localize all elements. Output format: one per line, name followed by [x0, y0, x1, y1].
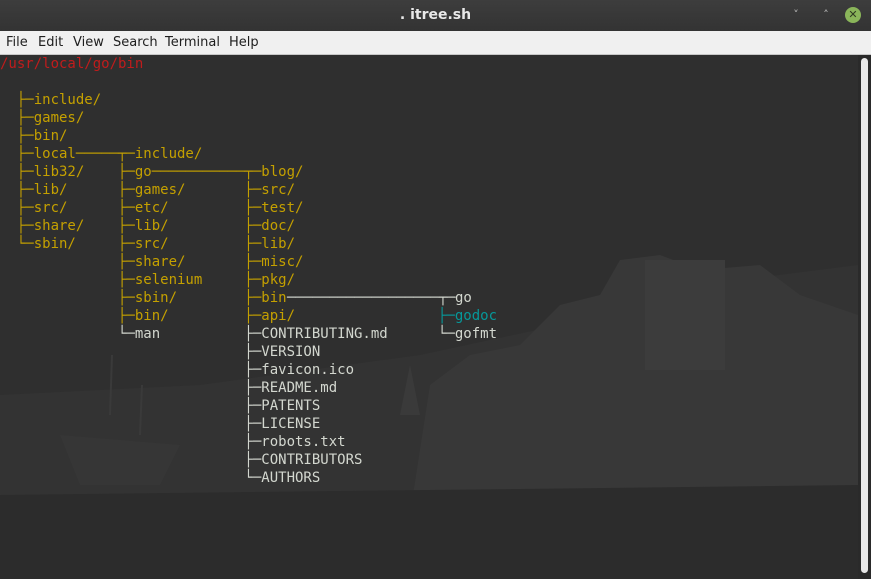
terminal-output[interactable]: /usr/local/go/bin ├─include/ ├─games/ ├─…: [0, 55, 858, 579]
tree-line: ├─include/: [0, 92, 102, 108]
menu-search[interactable]: Search: [113, 31, 158, 54]
menu-file[interactable]: File: [6, 31, 28, 54]
title-bar[interactable]: . itree.sh ˅ ˄ ✕: [0, 0, 871, 32]
menu-help[interactable]: Help: [229, 31, 259, 54]
tree-line: ├─README.md: [0, 380, 338, 396]
tree-line: ├─sbin/ ├─bin: [0, 290, 287, 306]
menu-terminal[interactable]: Terminal: [165, 31, 220, 54]
tree-line: ├─CONTRIBUTORS: [0, 452, 363, 468]
tree-line: ├─bin/ ├─api/: [0, 308, 296, 324]
window-title: . itree.sh: [399, 7, 472, 23]
menu-view[interactable]: View: [73, 31, 104, 54]
tree-line: └─sbin/ ├─src/ ├─lib/: [0, 236, 296, 252]
terminal-window: . itree.sh ˅ ˄ ✕ File Edit View Search T…: [0, 0, 871, 579]
tree-line: ├─favicon.ico: [0, 362, 355, 378]
tree-line: ├─share/ ├─lib/ ├─doc/: [0, 218, 296, 234]
minimize-icon[interactable]: ˅: [788, 7, 804, 23]
tree-line: ├─bin/: [0, 128, 68, 144]
tree-line: ├─lib/ ├─games/ ├─src/: [0, 182, 296, 198]
tree-line: go: [455, 290, 472, 306]
tree-line: └─gofmt: [438, 326, 498, 342]
tree-line: ├─LICENSE: [0, 416, 321, 432]
tree-connector: ──────────────────┬─: [287, 290, 456, 306]
tree-line: └─man ├─CONTRIBUTING.md: [0, 326, 388, 342]
tree-line: ├─games/: [0, 110, 85, 126]
maximize-icon[interactable]: ˄: [818, 7, 834, 23]
scrollbar[interactable]: [858, 55, 871, 579]
menu-bar: File Edit View Search Terminal Help: [0, 31, 871, 55]
menu-edit[interactable]: Edit: [38, 31, 63, 54]
tree-line: ├─share/ ├─misc/: [0, 254, 304, 270]
tree-line: ├─godoc: [438, 308, 498, 324]
tree-line: ├─robots.txt: [0, 434, 346, 450]
tree-line: ├─lib32/ ├─go───────────┬─blog/: [0, 164, 304, 180]
tree-line: ├─selenium ├─pkg/: [0, 272, 296, 288]
tree-line: ├─local─────┬─include/: [0, 146, 203, 162]
tree-line: ├─VERSION: [0, 344, 321, 360]
scrollbar-thumb[interactable]: [861, 58, 868, 573]
tree-line: └─AUTHORS: [0, 470, 321, 486]
prompt-path: /usr/local/go/bin: [0, 56, 144, 72]
tree-line: ├─PATENTS: [0, 398, 321, 414]
tree-line: ├─src/ ├─etc/ ├─test/: [0, 200, 304, 216]
close-icon[interactable]: ✕: [845, 7, 861, 23]
